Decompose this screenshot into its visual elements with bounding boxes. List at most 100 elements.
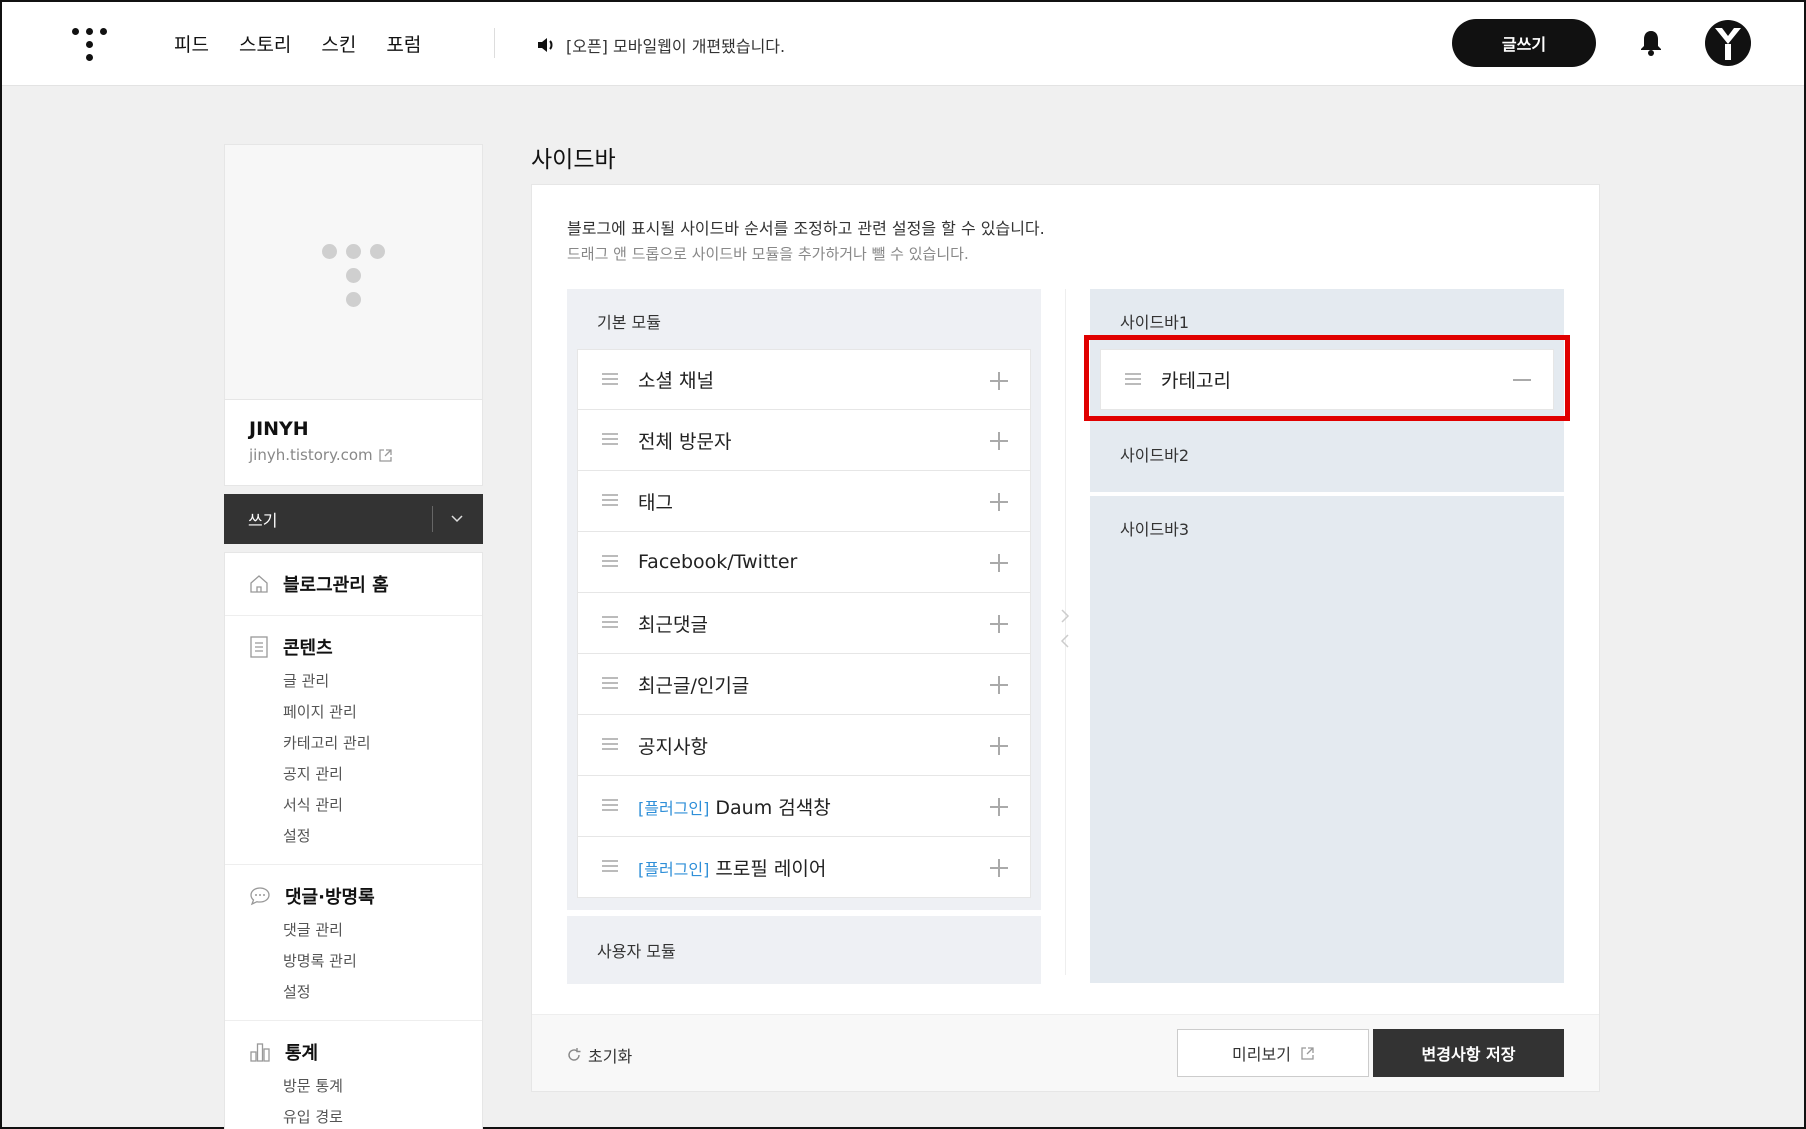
menu-contents-label[interactable]: 콘텐츠 (283, 634, 333, 660)
refresh-icon (568, 1048, 581, 1061)
external-link-icon (1301, 1046, 1314, 1060)
basic-module-item[interactable]: [플러그인] Daum 검색창 (577, 776, 1031, 837)
external-link-icon[interactable] (378, 448, 392, 462)
menu-notice-manage[interactable]: 공지 관리 (283, 763, 458, 784)
basic-module-item[interactable]: 태그 (577, 471, 1031, 532)
highlight-box (1084, 335, 1570, 421)
write-label[interactable]: 쓰기 (248, 507, 277, 531)
menu-post-manage[interactable]: 글 관리 (283, 670, 458, 691)
drag-handle-icon[interactable] (602, 677, 618, 691)
plugin-tag: [플러그인] (638, 798, 710, 818)
module-name: 소셜 채널 (638, 370, 714, 392)
menu-comment-manage[interactable]: 댓글 관리 (283, 919, 458, 940)
menu-stats-label[interactable]: 통계 (285, 1039, 318, 1065)
blog-thumbnail (224, 144, 483, 400)
basic-module-item[interactable]: 공지사항 (577, 715, 1031, 776)
menu-page-manage[interactable]: 페이지 관리 (283, 701, 458, 722)
bell-icon[interactable] (1639, 29, 1663, 57)
chevron-left-icon[interactable] (1057, 633, 1073, 649)
plus-icon[interactable] (990, 372, 1008, 390)
menu-referrer[interactable]: 유입 경로 (283, 1106, 458, 1127)
plus-icon[interactable] (990, 493, 1008, 511)
basic-module-item[interactable]: 소셜 채널 (577, 349, 1031, 410)
menu-comments[interactable]: 댓글·방명록 (249, 883, 458, 909)
sidebars-column: 사이드바1 카테고리 사이드바2 사이드바3 (1084, 289, 1570, 983)
menu-comments-settings[interactable]: 설정 (283, 981, 458, 1002)
save-changes-button[interactable]: 변경사항 저장 (1373, 1029, 1564, 1077)
blog-url[interactable]: jinyh.tistory.com (249, 446, 458, 464)
menu-contents[interactable]: 콘텐츠 (249, 634, 458, 660)
sidebar2-box: 사이드바2 (1090, 422, 1564, 492)
notice-banner[interactable]: [오픈] 모바일웹이 개편됐습니다. (536, 33, 785, 57)
nav-forum[interactable]: 포럼 (386, 30, 421, 57)
basic-modules-title: 기본 모듈 (597, 313, 661, 332)
menu-visit-stats[interactable]: 방문 통계 (283, 1075, 458, 1096)
drag-handle-icon[interactable] (602, 799, 618, 813)
module-name: 프로필 레이어 (715, 857, 827, 880)
menu-comments-sub: 댓글 관리 방명록 관리 설정 (283, 919, 458, 1002)
write-bar-divider (432, 506, 433, 532)
menu-category-manage[interactable]: 카테고리 관리 (283, 732, 458, 753)
plus-icon[interactable] (990, 859, 1008, 877)
plus-icon[interactable] (990, 737, 1008, 755)
reset-label[interactable]: 초기화 (588, 1043, 632, 1067)
drag-handle-icon[interactable] (602, 555, 618, 569)
plus-icon[interactable] (990, 676, 1008, 694)
menu-contents-sub: 글 관리 페이지 관리 카테고리 관리 공지 관리 서식 관리 설정 (283, 670, 458, 846)
menu-guestbook-manage[interactable]: 방명록 관리 (283, 950, 458, 971)
blog-info: JINYH jinyh.tistory.com (224, 400, 483, 486)
menu-home-label[interactable]: 블로그관리 홈 (283, 571, 389, 597)
preview-button[interactable]: 미리보기 (1177, 1029, 1369, 1077)
plus-icon[interactable] (990, 615, 1008, 633)
tistory-logo[interactable] (72, 26, 108, 62)
basic-module-item[interactable]: 최근댓글 (577, 593, 1031, 654)
drag-handle-icon[interactable] (602, 373, 618, 387)
top-bar: 피드 스토리 스킨 포럼 [오픈] 모바일웹이 개편됐습니다. 글쓰기 (2, 2, 1804, 86)
sidebar1-box: 사이드바1 카테고리 (1084, 289, 1570, 422)
menu-comments-label[interactable]: 댓글·방명록 (285, 883, 375, 909)
chevron-down-icon[interactable] (447, 508, 467, 528)
basic-module-item[interactable]: [플러그인] 프로필 레이어 (577, 837, 1031, 898)
menu-stats[interactable]: 통계 (249, 1039, 458, 1065)
write-bar[interactable]: 쓰기 (224, 494, 483, 544)
drag-handle-icon[interactable] (602, 738, 618, 752)
module-label: 태그 (638, 488, 673, 515)
module-label: 소셜 채널 (638, 366, 714, 393)
nav-feed[interactable]: 피드 (174, 30, 209, 57)
basic-module-item[interactable]: Facebook/Twitter (577, 532, 1031, 593)
chevron-right-icon[interactable] (1057, 608, 1073, 624)
notice-text[interactable]: [오픈] 모바일웹이 개편됐습니다. (566, 33, 785, 57)
menu-section-comments: 댓글·방명록 댓글 관리 방명록 관리 설정 (225, 865, 482, 1021)
module-label: 공지사항 (638, 732, 708, 759)
plus-icon[interactable] (990, 432, 1008, 450)
write-post-button[interactable]: 글쓰기 (1452, 19, 1596, 67)
preview-label[interactable]: 미리보기 (1232, 1041, 1291, 1065)
plus-icon[interactable] (990, 554, 1008, 572)
document-icon (250, 636, 268, 658)
menu-contents-settings[interactable]: 설정 (283, 825, 458, 846)
plus-icon[interactable] (990, 798, 1008, 816)
blog-url-text[interactable]: jinyh.tistory.com (249, 446, 373, 464)
drag-handle-icon[interactable] (602, 494, 618, 508)
module-label: [플러그인] 프로필 레이어 (638, 854, 826, 881)
drag-handle-icon[interactable] (602, 433, 618, 447)
left-panel: JINYH jinyh.tistory.com 쓰기 블로그관리 홈 콘텐츠 글… (224, 144, 483, 1129)
module-label: 최근댓글 (638, 610, 708, 637)
plugin-tag: [플러그인] (638, 859, 710, 879)
menu-section-stats: 통계 방문 통계 유입 경로 (225, 1021, 482, 1129)
avatar-y-icon (1715, 28, 1741, 60)
reset-button[interactable]: 초기화 (566, 1043, 632, 1067)
nav-story[interactable]: 스토리 (239, 30, 291, 57)
drag-handle-icon[interactable] (602, 860, 618, 874)
module-name: 최근댓글 (638, 613, 708, 636)
menu-home[interactable]: 블로그관리 홈 (249, 571, 458, 597)
basic-module-item[interactable]: 최근글/인기글 (577, 654, 1031, 715)
footer-bar: 초기화 미리보기 변경사항 저장 (532, 1014, 1599, 1091)
nav-skin[interactable]: 스킨 (321, 30, 356, 57)
modules-column: 기본 모듈 소셜 채널전체 방문자태그 Facebook/Twitter 최근댓글최… (567, 289, 1041, 984)
drag-handle-icon[interactable] (602, 616, 618, 630)
menu-template-manage[interactable]: 서식 관리 (283, 794, 458, 815)
avatar[interactable] (1705, 20, 1751, 66)
module-name: 최근글/인기글 (638, 674, 750, 697)
basic-module-item[interactable]: 전체 방문자 (577, 410, 1031, 471)
